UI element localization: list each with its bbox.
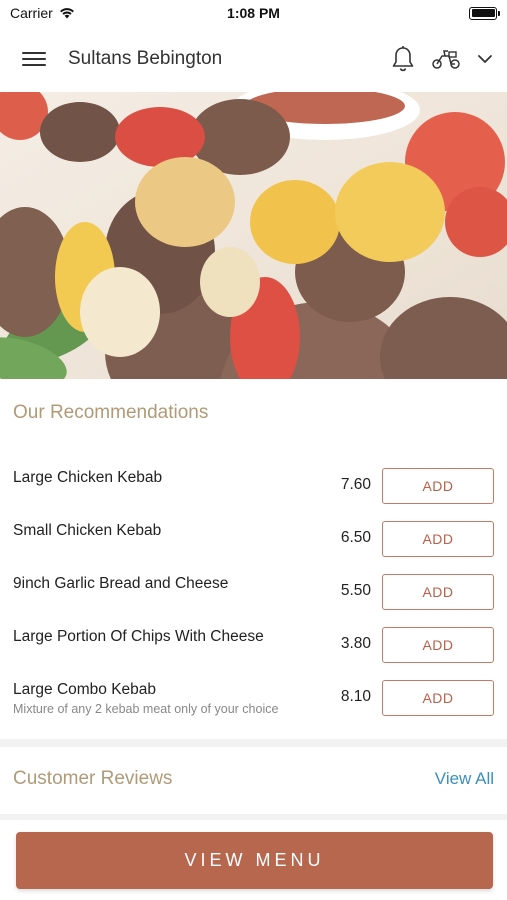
item-price: 5.50	[340, 582, 371, 599]
item-price: 7.60	[340, 476, 371, 493]
kebab-photo-icon	[0, 92, 507, 379]
view-menu-button[interactable]: VIEW MENU	[16, 832, 493, 889]
item-name: Small Chicken Kebab	[13, 522, 162, 539]
view-all-link[interactable]: View All	[435, 769, 494, 789]
add-button[interactable]: ADD	[382, 521, 494, 557]
item-name: Large Portion Of Chips With Cheese	[13, 628, 264, 645]
status-left: Carrier	[10, 5, 75, 21]
chevron-down-icon[interactable]	[477, 53, 493, 65]
item-description: Mixture of any 2 kebab meat only of your…	[13, 702, 279, 716]
hero-image	[0, 92, 507, 379]
wifi-icon	[59, 8, 74, 19]
item-name: Large Combo Kebab	[13, 681, 157, 698]
battery-fill	[471, 9, 495, 17]
add-button[interactable]: ADD	[382, 574, 494, 610]
item-price: 3.80	[340, 635, 371, 652]
list-item: Large Combo Kebab Mixture of any 2 kebab…	[0, 670, 507, 723]
section-divider	[0, 814, 507, 820]
add-button[interactable]: ADD	[382, 680, 494, 716]
add-button[interactable]: ADD	[382, 627, 494, 663]
scooter-icon[interactable]	[431, 47, 461, 71]
add-button[interactable]: ADD	[382, 468, 494, 504]
list-item: Large Portion Of Chips With Cheese 3.80 …	[0, 617, 507, 670]
recommendations-heading: Our Recommendations	[13, 402, 209, 423]
header-actions	[391, 45, 493, 73]
reviews-heading: Customer Reviews	[13, 768, 173, 789]
restaurant-title: Sultans Bebington	[68, 48, 223, 69]
app-header: Sultans Bebington	[0, 26, 507, 92]
clock: 1:08 PM	[227, 5, 280, 21]
item-name: 9inch Garlic Bread and Cheese	[13, 575, 229, 592]
carrier-label: Carrier	[10, 5, 53, 21]
list-item: Small Chicken Kebab 6.50 ADD	[0, 511, 507, 564]
section-divider	[0, 739, 507, 747]
menu-icon[interactable]	[22, 49, 46, 69]
status-bar: Carrier 1:08 PM	[0, 0, 507, 26]
bell-icon[interactable]	[391, 45, 415, 73]
item-name: Large Chicken Kebab	[13, 469, 163, 486]
item-price: 8.10	[340, 688, 371, 705]
list-item: 9inch Garlic Bread and Cheese 5.50 ADD	[0, 564, 507, 617]
recommendation-list: Large Chicken Kebab 7.60 ADD Small Chick…	[0, 458, 507, 723]
battery-icon	[469, 6, 500, 20]
item-price: 6.50	[340, 529, 371, 546]
list-item: Large Chicken Kebab 7.60 ADD	[0, 458, 507, 511]
